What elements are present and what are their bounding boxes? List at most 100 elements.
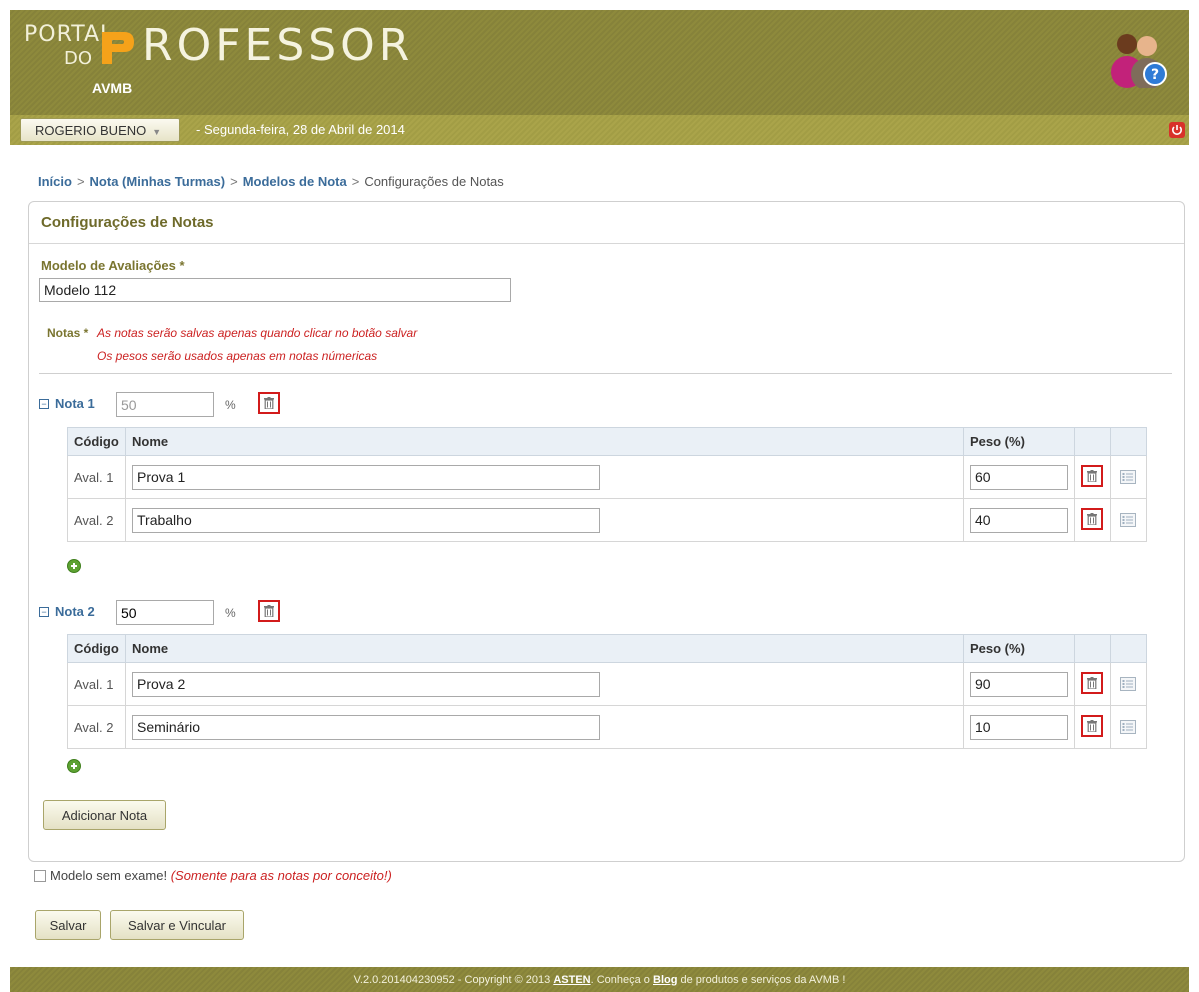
logo-professor-text: ROFESSOR [142, 20, 414, 71]
row-delete-button[interactable] [1081, 508, 1103, 530]
aval-peso-input[interactable] [970, 714, 1068, 740]
breadcrumb-nota[interactable]: Nota (Minhas Turmas) [90, 174, 226, 189]
footer: V.2.0.201404230952 - Copyright © 2013 AS… [10, 967, 1189, 992]
collapse-icon[interactable]: − [39, 607, 49, 617]
user-bar: ROGERIO BUENO ▼ - Segunda-feira, 28 de Ab… [10, 115, 1189, 145]
trash-icon [1087, 470, 1097, 482]
nota-1-header: − Nota 1 % [39, 392, 299, 418]
trash-icon [1087, 677, 1097, 689]
trash-icon [1087, 513, 1097, 525]
nota-2-name[interactable]: Nota 2 [55, 604, 95, 619]
row-peso-cell [963, 705, 1075, 749]
row-name-cell [125, 662, 964, 706]
nota-1-percent-input[interactable] [116, 392, 214, 417]
no-exam-checkbox[interactable] [34, 870, 46, 882]
save-and-link-button[interactable]: Salvar e Vincular [110, 910, 244, 940]
percent-unit: % [225, 606, 236, 620]
row-code: Aval. 2 [67, 705, 126, 749]
col-peso: Peso (%) [963, 427, 1075, 456]
nota-2-table: Código Nome Peso (%) Aval. 1 Aval. 2 [67, 634, 1147, 749]
nota-1-name[interactable]: Nota 1 [55, 396, 95, 411]
table-row: Aval. 1 [67, 455, 1147, 499]
power-icon[interactable] [1169, 122, 1185, 138]
add-aval-1-icon[interactable] [67, 559, 81, 573]
collapse-icon[interactable]: − [39, 399, 49, 409]
percent-unit: % [225, 398, 236, 412]
breadcrumb-current: Configurações de Notas [364, 174, 504, 189]
trash-icon [1087, 720, 1097, 732]
footer-mid: . Conheça o [590, 974, 650, 986]
breadcrumb-separator: > [351, 174, 360, 189]
aval-name-input[interactable] [132, 464, 600, 490]
app-header: PORTAL DO ROFESSOR AVMB ? [10, 10, 1189, 115]
list-details-icon[interactable] [1120, 677, 1136, 691]
row-peso-cell [963, 662, 1075, 706]
row-name-cell [125, 705, 964, 749]
row-detail-cell [1110, 705, 1147, 749]
aval-peso-input[interactable] [970, 671, 1068, 697]
row-delete-cell [1074, 498, 1111, 542]
help-avatar-icon[interactable]: ? [1109, 28, 1167, 88]
notes-warning-weights: Os pesos serão usados apenas em notas nú… [97, 349, 378, 363]
panel-title: Configurações de Notas [29, 202, 1184, 244]
save-button[interactable]: Salvar [35, 910, 101, 940]
col-peso: Peso (%) [963, 634, 1075, 663]
nota-1-delete-button[interactable] [258, 392, 280, 414]
row-delete-cell [1074, 662, 1111, 706]
row-name-cell [125, 455, 964, 499]
divider [39, 373, 1172, 374]
row-peso-cell [963, 455, 1075, 499]
no-exam-label: Modelo sem exame! [50, 868, 168, 883]
svg-text:?: ? [1151, 67, 1159, 83]
nota-2-delete-button[interactable] [258, 600, 280, 622]
footer-suffix: de produtos e serviços da AVMB ! [680, 974, 846, 986]
model-name-input[interactable] [39, 278, 511, 302]
col-delete [1074, 427, 1111, 456]
col-codigo: Código [67, 634, 126, 663]
list-details-icon[interactable] [1120, 720, 1136, 734]
row-detail-cell [1110, 498, 1147, 542]
table-row: Aval. 1 [67, 662, 1147, 706]
current-date: - Segunda-feira, 28 de Abril de 2014 [196, 122, 405, 137]
user-name: ROGERIO BUENO [35, 123, 147, 138]
breadcrumb-inicio[interactable]: Início [38, 174, 72, 189]
row-code: Aval. 2 [67, 498, 126, 542]
breadcrumb: Início > Nota (Minhas Turmas) > Modelos de N… [38, 174, 504, 189]
row-name-cell [125, 498, 964, 542]
col-nome: Nome [125, 634, 964, 663]
trash-icon [264, 397, 274, 409]
notes-warning-save: As notas serão salvas apenas quando clic… [97, 326, 418, 340]
row-delete-button[interactable] [1081, 715, 1103, 737]
breadcrumb-separator: > [230, 174, 238, 189]
add-aval-2-icon[interactable] [67, 759, 81, 773]
user-menu-button[interactable]: ROGERIO BUENO ▼ [20, 118, 180, 142]
aval-name-input[interactable] [132, 507, 600, 533]
list-details-icon[interactable] [1120, 513, 1136, 527]
nota-2-percent-input[interactable] [116, 600, 214, 625]
breadcrumb-modelos[interactable]: Modelos de Nota [243, 174, 347, 189]
logo-p-mark [102, 32, 134, 64]
list-details-icon[interactable] [1120, 470, 1136, 484]
aval-peso-input[interactable] [970, 507, 1068, 533]
row-delete-button[interactable] [1081, 672, 1103, 694]
breadcrumb-separator: > [76, 174, 85, 189]
footer-copyright: V.2.0.201404230952 - Copyright © 2013 [353, 974, 551, 986]
aval-name-input[interactable] [132, 714, 600, 740]
logo-org-text: AVMB [92, 80, 133, 96]
footer-asten-link[interactable]: ASTEN [553, 974, 590, 986]
nota-1-table: Código Nome Peso (%) Aval. 1 Aval. 2 [67, 427, 1147, 542]
row-delete-cell [1074, 705, 1111, 749]
col-detail [1110, 634, 1147, 663]
logo-do-text: DO [64, 48, 93, 69]
nota-2-header: − Nota 2 % [39, 600, 299, 626]
row-delete-button[interactable] [1081, 465, 1103, 487]
no-exam-option: Modelo sem exame! (Somente para as notas… [34, 868, 392, 883]
add-nota-button[interactable]: Adicionar Nota [43, 800, 166, 830]
trash-icon [264, 605, 274, 617]
footer-blog-link[interactable]: Blog [653, 974, 677, 986]
aval-peso-input[interactable] [970, 464, 1068, 490]
row-detail-cell [1110, 455, 1147, 499]
table-header: Código Nome Peso (%) [67, 427, 1147, 456]
table-row: Aval. 2 [67, 498, 1147, 542]
aval-name-input[interactable] [132, 671, 600, 697]
